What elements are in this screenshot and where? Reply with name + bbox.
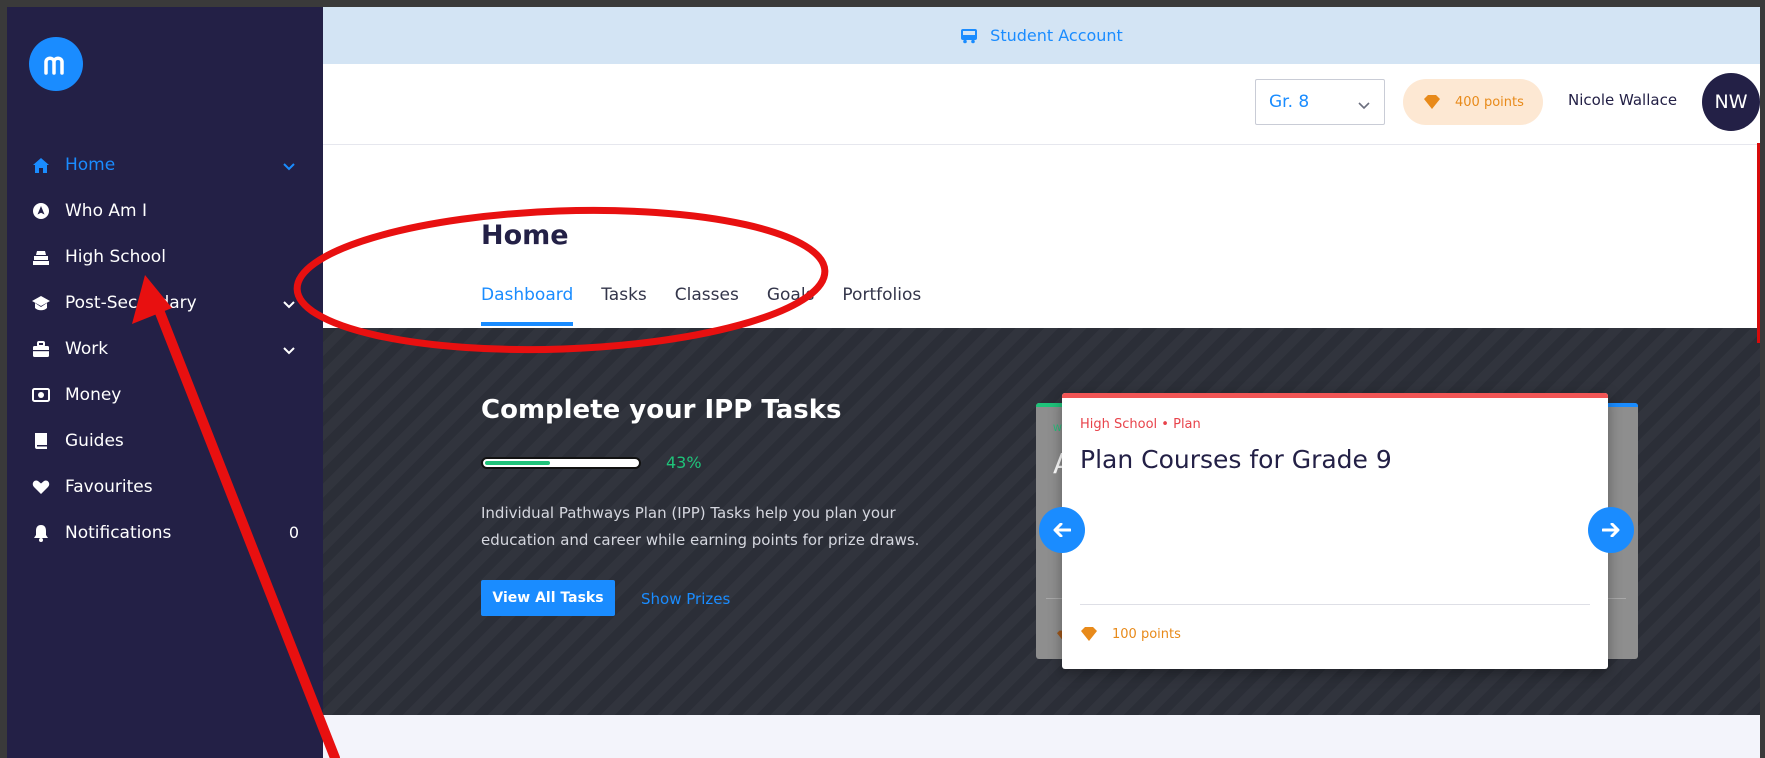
- bus-icon: [961, 28, 978, 43]
- task-card[interactable]: High School • Plan Plan Courses for Grad…: [1062, 393, 1608, 669]
- chevron-down-icon[interactable]: [283, 340, 295, 360]
- ipp-progress-bar: [481, 457, 641, 469]
- avatar[interactable]: NW: [1702, 73, 1760, 131]
- tab-portfolios[interactable]: Portfolios: [842, 285, 921, 328]
- diamond-icon: [1081, 627, 1097, 641]
- notification-count: 0: [288, 523, 299, 542]
- sidebar-item-label: Notifications: [65, 523, 172, 543]
- sidebar-item-label: Money: [65, 385, 122, 405]
- page-title: Home: [481, 220, 569, 251]
- points-badge[interactable]: 400 points: [1403, 79, 1543, 125]
- money-icon: [31, 385, 51, 405]
- arrow-right-icon: [1602, 523, 1620, 537]
- sidebar-item-label: High School: [65, 247, 166, 267]
- sidebar-item-label: Favourites: [65, 477, 153, 497]
- ipp-section: Complete your IPP Tasks 43% Individual P…: [323, 328, 1760, 715]
- task-card-points: 100 points: [1080, 626, 1181, 642]
- sidebar-item-label: Who Am I: [65, 201, 147, 221]
- app-frame: Home Who Am I High School Post-Secondary…: [7, 7, 1760, 758]
- sidebar-item-home[interactable]: Home: [7, 142, 323, 188]
- chevron-down-icon[interactable]: [283, 294, 295, 314]
- book-icon: [31, 431, 51, 451]
- arrow-left-icon: [1053, 523, 1071, 537]
- briefcase-icon: [31, 339, 51, 359]
- chevron-down-icon: [1358, 95, 1370, 115]
- tab-dashboard[interactable]: Dashboard: [481, 285, 574, 328]
- grade-value: Gr. 8: [1269, 92, 1310, 112]
- sidebar-item-money[interactable]: Money: [7, 372, 323, 418]
- ipp-progress-label: 43%: [666, 453, 702, 472]
- account-banner: Student Account: [323, 7, 1760, 64]
- top-header: Gr. 8 400 points Nicole Wallace NW: [323, 64, 1760, 145]
- sidebar-item-who-am-i[interactable]: Who Am I: [7, 188, 323, 234]
- tab-bar: Dashboard Tasks Classes Goals Portfolios: [481, 285, 949, 328]
- task-card-title: Plan Courses for Grade 9: [1080, 445, 1392, 474]
- user-name[interactable]: Nicole Wallace: [1568, 91, 1677, 109]
- sidebar-item-notifications[interactable]: Notifications 0: [7, 510, 323, 556]
- show-prizes-link[interactable]: Show Prizes: [641, 590, 730, 608]
- page-header: Home Dashboard Tasks Classes Goals Portf…: [323, 145, 1760, 328]
- ipp-description: Individual Pathways Plan (IPP) Tasks hel…: [481, 504, 920, 549]
- sidebar-item-work[interactable]: Work: [7, 326, 323, 372]
- tab-goals[interactable]: Goals: [767, 285, 815, 328]
- sidebar: Home Who Am I High School Post-Secondary…: [7, 7, 323, 758]
- heart-icon: [31, 477, 51, 497]
- logo[interactable]: [29, 37, 83, 91]
- graduation-cap-icon: [31, 293, 51, 313]
- tab-classes[interactable]: Classes: [675, 285, 739, 328]
- view-all-tasks-button[interactable]: View All Tasks: [481, 580, 615, 616]
- carousel-prev-button[interactable]: [1039, 507, 1085, 553]
- sidebar-item-guides[interactable]: Guides: [7, 418, 323, 464]
- carousel-next-button[interactable]: [1588, 507, 1634, 553]
- sidebar-item-favourites[interactable]: Favourites: [7, 464, 323, 510]
- tab-tasks[interactable]: Tasks: [601, 285, 647, 328]
- sidebar-item-label: Home: [65, 155, 116, 175]
- sidebar-item-label: Post-Secondary: [65, 293, 197, 313]
- scroll-edge-marker: [1757, 143, 1760, 343]
- sidebar-item-label: Work: [65, 339, 109, 359]
- diamond-icon: [1424, 95, 1440, 109]
- bell-icon: [31, 523, 51, 543]
- ipp-title: Complete your IPP Tasks: [481, 395, 842, 425]
- card-accent-bar: [1062, 393, 1608, 398]
- ipp-progress-fill: [485, 461, 550, 465]
- home-icon: [31, 155, 51, 175]
- school-icon: [31, 247, 51, 267]
- banner-label: Student Account: [990, 26, 1123, 45]
- divider: [1080, 604, 1590, 605]
- back-card-category: W: [1053, 424, 1062, 434]
- sidebar-item-high-school[interactable]: High School: [7, 234, 323, 280]
- task-card-points-label: 100 points: [1112, 626, 1181, 642]
- grade-select[interactable]: Gr. 8: [1255, 79, 1385, 125]
- points-label: 400 points: [1455, 94, 1524, 110]
- sidebar-item-label: Guides: [65, 431, 124, 451]
- sidebar-item-post-secondary[interactable]: Post-Secondary: [7, 280, 323, 326]
- sidebar-nav: Home Who Am I High School Post-Secondary…: [7, 142, 323, 556]
- task-card-category: High School • Plan: [1080, 417, 1201, 432]
- chevron-down-icon[interactable]: [283, 156, 295, 176]
- compass-icon: [31, 201, 51, 221]
